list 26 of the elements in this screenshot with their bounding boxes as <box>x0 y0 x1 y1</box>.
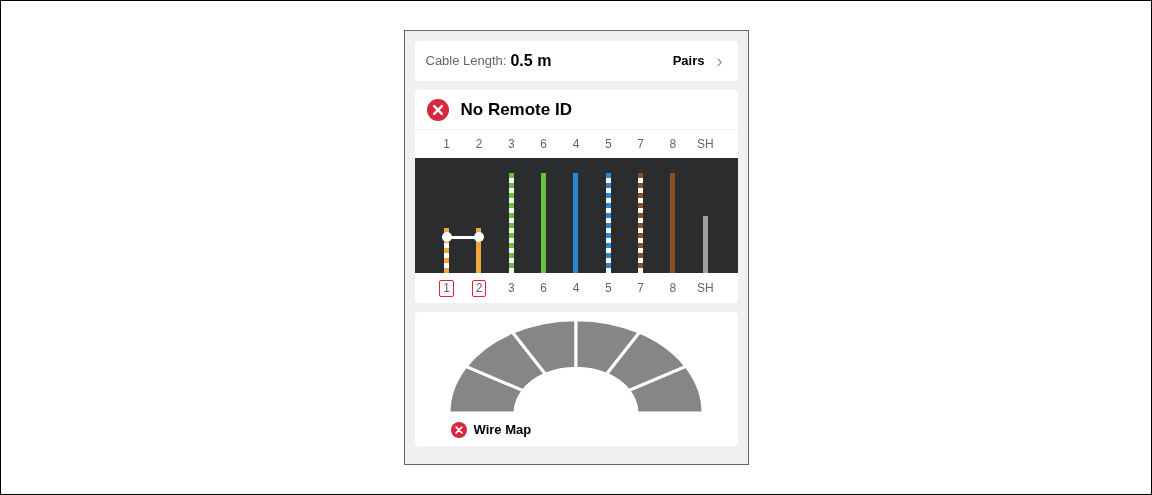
remote-status-title: No Remote ID <box>460 98 572 121</box>
pin-label: 7 <box>637 136 644 153</box>
cable-length-label: Cable Length: <box>425 52 507 71</box>
cable-length-value: 0.5 m <box>510 51 552 71</box>
pin-label: SH <box>696 136 714 153</box>
pairs-link[interactable]: Pairs <box>672 51 705 71</box>
pin-label: 3 <box>506 279 516 297</box>
pin-label: 8 <box>669 136 677 153</box>
pin-label: 8 <box>668 279 678 297</box>
pin-label: 2 <box>471 279 487 297</box>
pin-label: 1 <box>443 136 450 153</box>
pin-label: 1 <box>439 279 454 297</box>
wire-map-label: Wire Map <box>473 421 532 439</box>
pin-label: 5 <box>603 279 613 297</box>
pin-label: SH <box>695 279 715 297</box>
chevron-icon: › <box>716 52 723 70</box>
pin-label: 4 <box>572 136 580 153</box>
pin-label: 6 <box>540 136 547 153</box>
short-node-icon <box>441 232 452 242</box>
pin-label: 2 <box>475 136 483 153</box>
pin-label: 3 <box>507 136 515 153</box>
pin-label: 6 <box>539 279 548 297</box>
pin-label: 5 <box>604 136 612 153</box>
pin-label: 7 <box>636 279 645 297</box>
short-node-icon <box>474 232 484 242</box>
pin-label: 4 <box>571 279 581 297</box>
